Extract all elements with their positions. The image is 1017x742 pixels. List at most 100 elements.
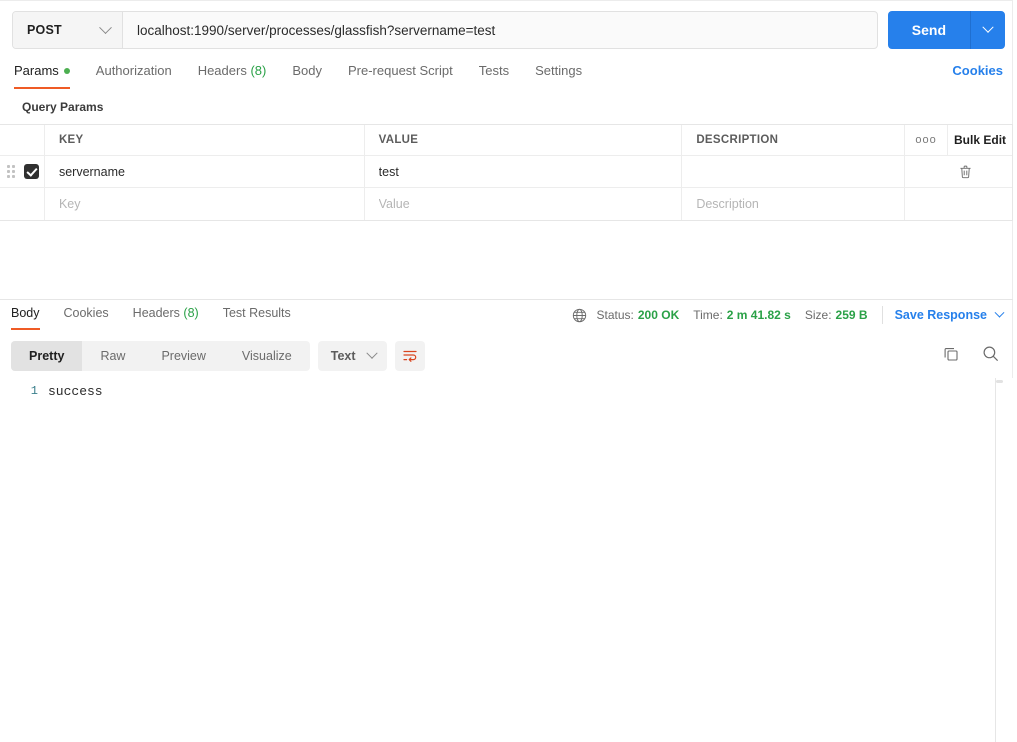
table-options-button[interactable]: ooo [905,125,949,155]
response-tab-headers[interactable]: Headers (8) [133,303,199,330]
request-tab-bar: Params Authorization Headers (8) Body Pr… [0,60,1017,92]
chevron-down-icon [982,21,994,33]
bulk-edit-button[interactable]: Bulk Edit [948,125,1012,155]
chevron-down-icon [994,307,1005,318]
tab-headers-label: Headers [197,63,247,78]
tab-pre-request-script[interactable]: Pre-request Script [348,60,453,89]
response-tab-headers-count: (8) [183,306,199,320]
search-icon[interactable] [982,345,999,362]
url-input[interactable] [123,12,877,48]
format-tab-preview[interactable]: Preview [143,341,223,371]
tab-headers-count: (8) [250,63,267,78]
response-body-viewer[interactable]: 1 success [0,378,1013,742]
format-tab-visualize-label: Visualize [241,349,292,363]
tab-authorization-label: Authorization [95,63,172,78]
status-value: 200 OK [637,308,680,322]
content-type-label: Text [330,349,356,363]
tab-headers[interactable]: Headers (8) [198,60,267,89]
empty-row-description-cell[interactable] [682,188,906,220]
tab-pre-request-script-label: Pre-request Script [347,63,453,78]
size-value: 259 B [835,308,868,322]
tab-body-label: Body [292,63,322,78]
send-button-group: Send [887,11,1005,49]
cookies-link[interactable]: Cookies [952,63,1003,78]
word-wrap-icon [402,350,417,362]
header-cell-description: DESCRIPTION [682,125,906,155]
tab-params[interactable]: Params [14,60,70,89]
more-options-icon: ooo [915,133,937,146]
format-segmented-control: Pretty Raw Preview Visualize [11,341,310,371]
tab-authorization[interactable]: Authorization [96,60,172,89]
response-tab-headers-label: Headers [132,306,180,320]
response-tab-test-results[interactable]: Test Results [223,303,291,330]
row-key-input[interactable] [58,164,364,179]
tab-body[interactable]: Body [292,60,322,89]
unsaved-dot-icon [63,67,70,74]
status-label: Status: [596,308,634,322]
response-tab-body[interactable]: Body [11,303,40,330]
empty-row-key-cell[interactable] [45,188,365,220]
query-params-title: Query Params [22,100,104,114]
format-tab-pretty[interactable]: Pretty [11,341,83,371]
trash-icon [960,165,971,178]
response-tab-body-label: Body [11,306,40,320]
send-button[interactable]: Send [887,11,971,49]
header-cell-key: KEY [45,125,365,155]
response-meta-bar: Status: 200 OK Time: 2 m 41.82 s Size: 259 … [572,306,1005,324]
response-action-icons [943,345,999,362]
header-cell-value: VALUE [365,125,683,155]
row-description-input[interactable] [696,164,905,179]
size-meta: Size: 259 B [805,308,868,322]
empty-row-description-input[interactable] [696,197,905,211]
code-line: 1 success [0,378,1013,399]
response-separator [0,299,1013,300]
response-tab-cookies-label: Cookies [63,306,109,320]
row-value-cell[interactable] [365,156,683,187]
tab-tests[interactable]: Tests [479,60,509,89]
table-row-empty [0,188,1012,220]
http-method-label: POST [27,23,62,37]
row-delete-button[interactable] [905,156,1012,187]
content-type-select[interactable]: Text [317,341,387,371]
time-value: 2 m 41.82 s [726,308,791,322]
time-label: Time: [693,308,723,322]
header-cell-handle [0,125,45,155]
table-header-row: KEY VALUE DESCRIPTION ooo Bulk Edit [0,125,1012,156]
response-tab-cookies[interactable]: Cookies [64,303,109,330]
top-border [0,0,1013,1]
response-body-text: success [48,384,103,399]
size-label: Size: [804,308,832,322]
send-options-button[interactable] [971,11,1005,49]
row-enabled-checkbox[interactable] [24,164,39,179]
query-params-table: KEY VALUE DESCRIPTION ooo Bulk Edit [0,124,1013,221]
status-meta: Status: 200 OK [597,308,680,322]
row-description-cell[interactable] [682,156,906,187]
copy-icon[interactable] [943,346,959,362]
save-response-button[interactable]: Save Response [894,307,1005,322]
drag-handle-icon[interactable] [7,165,15,178]
format-tab-visualize[interactable]: Visualize [224,341,310,371]
postman-request-window: POST Send Params Authorization Headers (… [0,0,1017,742]
word-wrap-button[interactable] [394,341,425,371]
viewer-scrollbar[interactable] [996,380,1003,383]
row-key-cell[interactable] [45,156,365,187]
format-tab-raw[interactable]: Raw [82,341,143,371]
empty-row-key-input[interactable] [58,197,364,211]
chevron-down-icon [99,20,112,34]
empty-row-value-cell[interactable] [365,188,683,220]
row-value-input[interactable] [378,164,682,179]
url-bar: POST Send [12,11,1005,49]
meta-divider [881,306,883,324]
save-response-label: Save Response [894,308,987,322]
http-method-select[interactable]: POST [13,12,123,48]
row-handle-cell [0,156,45,187]
empty-row-actions-cell [905,188,1012,220]
response-tab-test-results-label: Test Results [222,306,291,320]
tab-settings[interactable]: Settings [535,60,582,89]
format-tab-raw-label: Raw [100,349,126,363]
empty-row-value-input[interactable] [378,197,682,211]
time-meta: Time: 2 m 41.82 s [693,308,791,322]
line-number: 1 [30,384,38,398]
format-tab-pretty-label: Pretty [29,349,65,363]
chevron-down-icon [365,347,378,359]
